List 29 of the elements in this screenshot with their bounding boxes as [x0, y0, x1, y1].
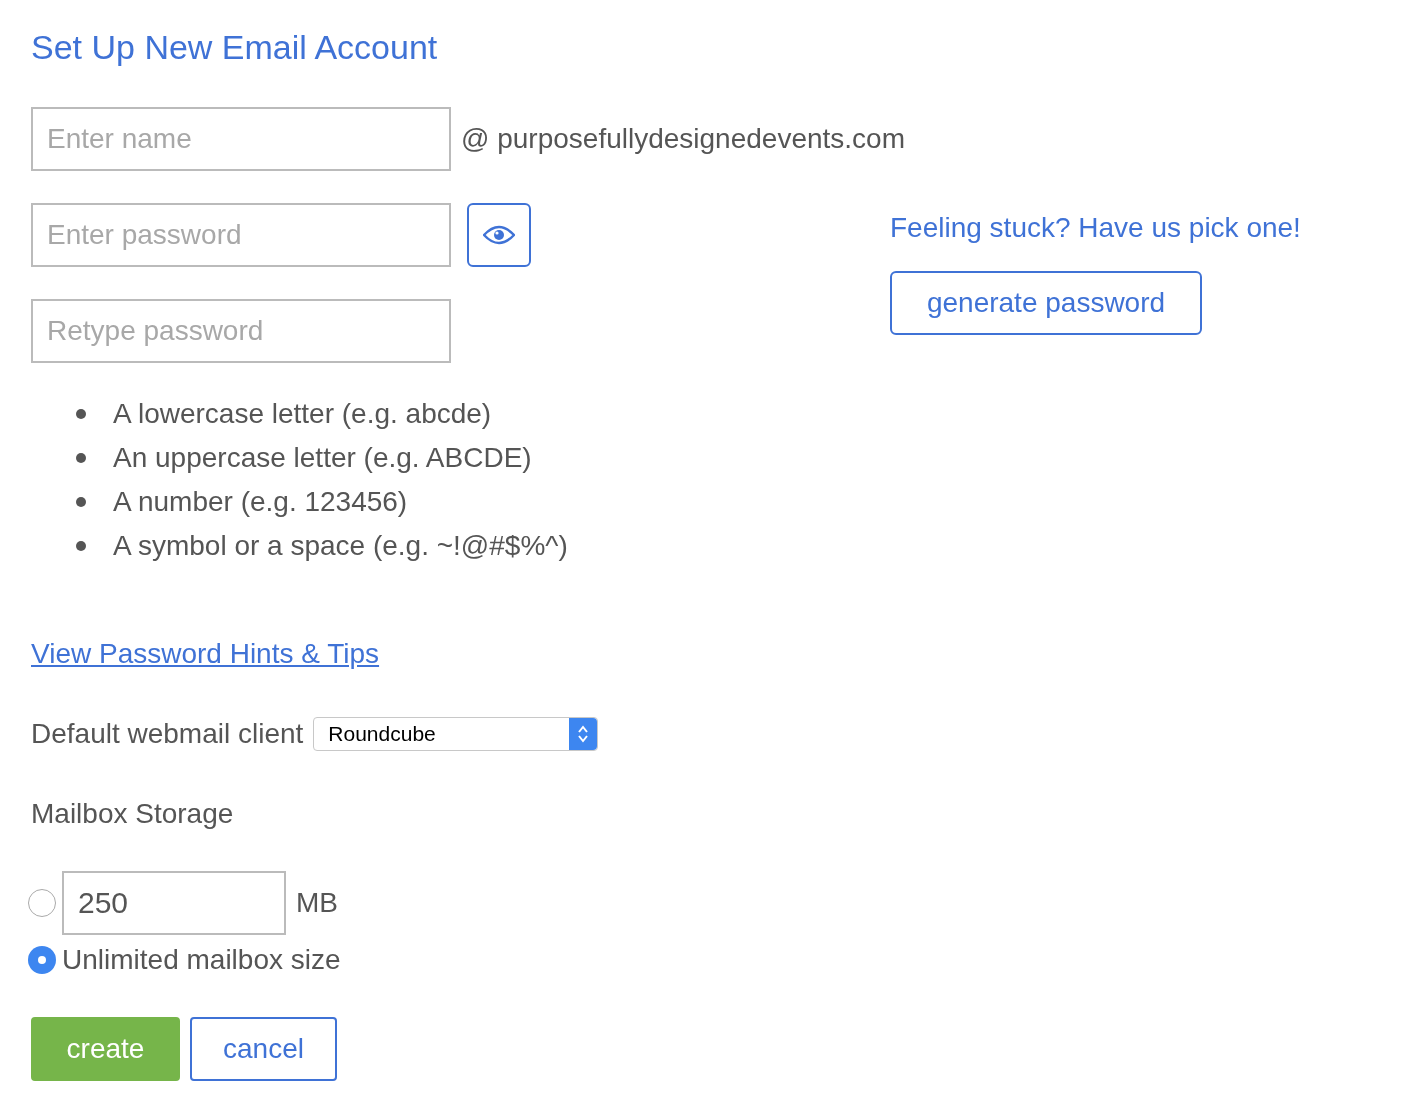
show-password-button[interactable]	[467, 202, 531, 267]
requirement-text: A lowercase letter (e.g. abcde)	[113, 396, 492, 431]
bullet-icon	[76, 408, 86, 419]
unit-label: MB	[296, 885, 338, 920]
hints-link[interactable]: View Password Hints & Tips	[31, 632, 380, 675]
create-button[interactable]: create	[31, 1016, 180, 1081]
webmail-select[interactable]: Roundcube	[313, 716, 599, 751]
stepper-icon	[569, 717, 598, 750]
requirement-text: An uppercase letter (e.g. ABCDE)	[113, 440, 532, 475]
bullet-icon	[76, 452, 86, 463]
eye-icon	[483, 224, 515, 245]
password-field[interactable]: Enter password	[31, 202, 451, 267]
storage-size-field[interactable]: 250	[62, 870, 286, 935]
bullet-icon	[76, 496, 86, 507]
name-field[interactable]: Enter name	[31, 106, 451, 171]
suggestion-text: Feeling stuck? Have us pick one!	[890, 210, 1301, 245]
unlimited-label: Unlimited mailbox size	[62, 942, 341, 977]
page-title: Set Up New Email Account	[31, 27, 439, 68]
webmail-label: Default webmail client	[31, 716, 304, 751]
requirement-text: A number (e.g. 123456)	[113, 484, 408, 519]
radio-button[interactable]	[28, 888, 56, 917]
storage-label: Mailbox Storage	[31, 796, 235, 831]
retype-password-field[interactable]: Retype password	[31, 298, 451, 363]
requirement-text: A symbol or a space (e.g. ~!@#$%^)	[113, 528, 568, 563]
generate-password-button[interactable]: generate password	[890, 270, 1202, 335]
email-domain: @ purposefullydesignedevents.com	[461, 121, 905, 156]
cancel-button[interactable]: cancel	[190, 1016, 337, 1081]
bullet-icon	[76, 540, 86, 551]
radio-button[interactable]	[28, 945, 56, 974]
